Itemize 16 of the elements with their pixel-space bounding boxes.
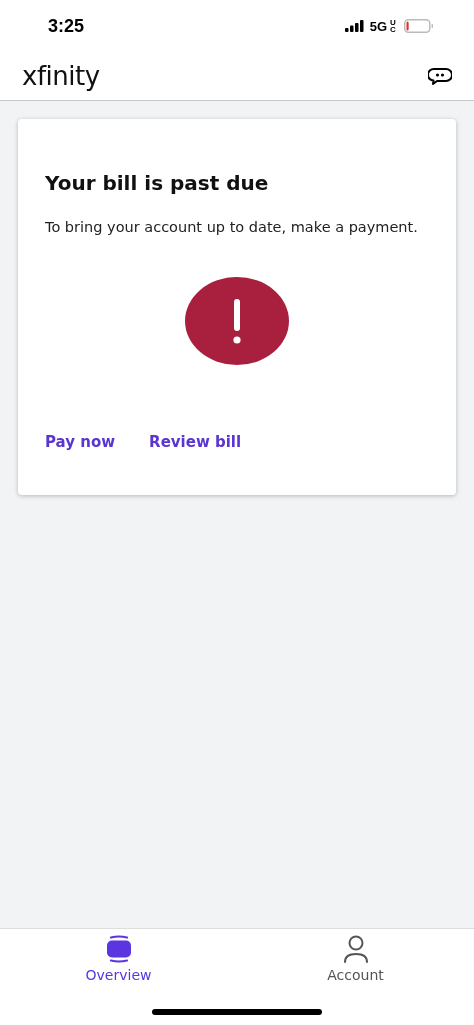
status-time: 3:25 [48, 15, 85, 37]
alert-title: Your bill is past due [45, 171, 270, 195]
action-link[interactable]: Pay now [45, 433, 116, 451]
chat-icon[interactable] [428, 67, 452, 85]
tab-item[interactable]: Overview [0, 929, 237, 1009]
brand-logo: xfinity [22, 61, 100, 91]
cards-icon [105, 935, 132, 963]
alert-message: To bring your account up to date, make a payment. [45, 219, 419, 235]
network-suffix: UC [390, 19, 397, 33]
signal-icon [344, 20, 365, 32]
alert-icon [185, 277, 289, 365]
tab-item[interactable]: Account [237, 929, 474, 1009]
battery-icon [404, 19, 434, 33]
network-label: 5G [369, 18, 387, 34]
action-link[interactable]: Review bill [149, 433, 242, 451]
person-icon [341, 935, 370, 963]
